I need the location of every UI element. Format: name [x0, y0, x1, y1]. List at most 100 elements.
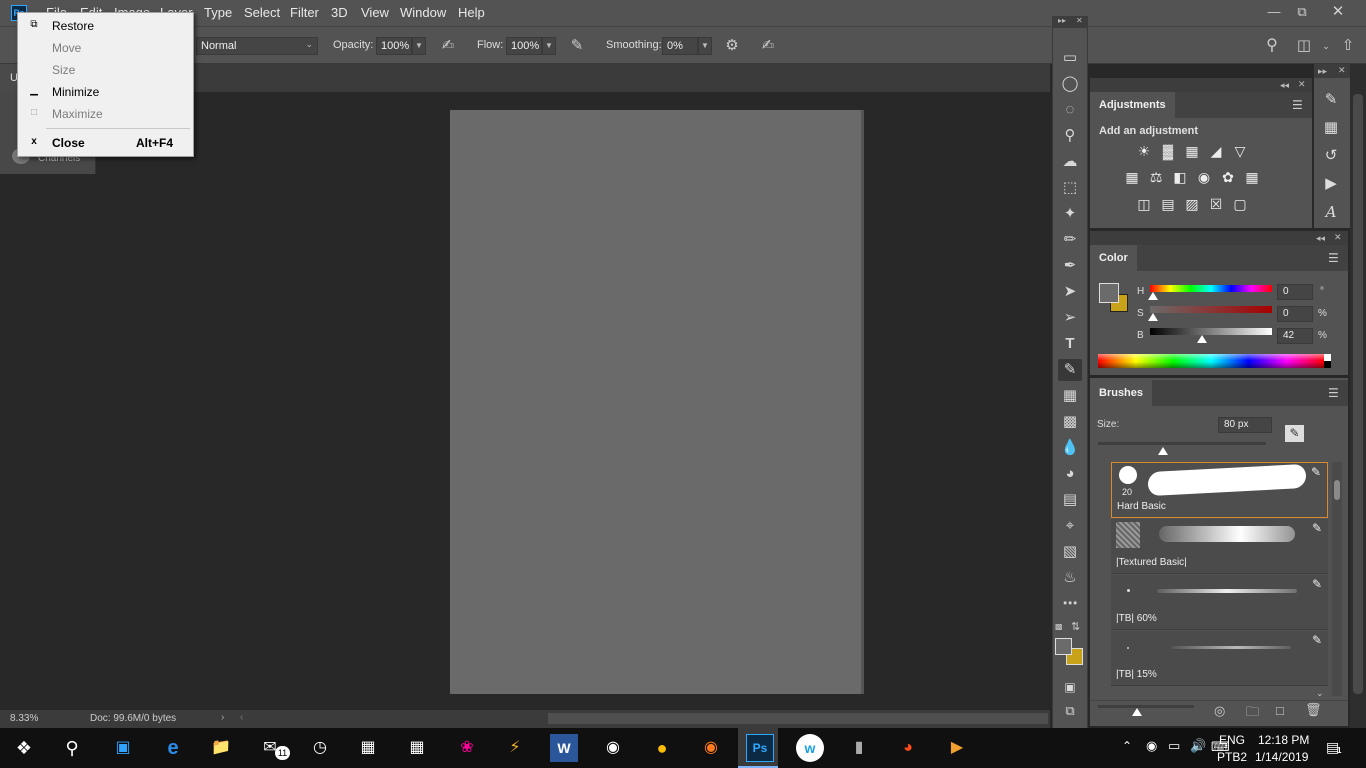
menu-item-maximize[interactable]: □ Maximize — [18, 103, 193, 125]
collapse-icon[interactable]: ◂◂ — [1280, 80, 1289, 91]
close-icon[interactable]: ✕ — [1334, 232, 1342, 243]
swap-colors-icon[interactable]: ⇅ — [1071, 620, 1080, 633]
stamp-tool-icon[interactable]: ▩ — [1058, 411, 1082, 433]
expand-icon[interactable]: ▸▸ — [1058, 16, 1066, 25]
chevron-up-icon[interactable]: ⌃ — [1122, 739, 1132, 753]
pen-tool-icon[interactable]: ✒ — [1058, 255, 1082, 277]
brightness-input[interactable]: 42 — [1277, 328, 1313, 344]
menu-window[interactable]: Window — [400, 5, 446, 20]
screen-mode-icon[interactable]: ⧉ — [1058, 700, 1082, 722]
default-colors-icon[interactable]: ▩ — [1055, 622, 1065, 632]
play-icon[interactable]: ▶ — [1319, 172, 1343, 196]
list-item[interactable]: |TB| 15% ✎ — [1111, 631, 1328, 686]
flow-dropdown[interactable]: ▼ — [542, 37, 556, 55]
paint-icon[interactable]: ❀ — [453, 734, 481, 762]
close-icon[interactable]: ✕ — [1328, 4, 1348, 20]
blur-tool-icon[interactable]: 💧 — [1058, 437, 1082, 459]
smoothing-dropdown[interactable]: ▼ — [698, 37, 712, 55]
ruler-tool-icon[interactable]: ▤ — [1058, 489, 1082, 511]
quick-mask-icon[interactable]: ▣ — [1058, 676, 1082, 698]
foreground-color-swatch[interactable] — [1099, 283, 1119, 303]
hue-input[interactable]: 0 — [1277, 284, 1313, 300]
color-spectrum-ramp[interactable] — [1098, 354, 1324, 368]
menu-filter[interactable]: Filter — [290, 5, 319, 20]
menu-3d[interactable]: 3D — [331, 5, 348, 20]
blend-mode-select[interactable]: Normal ⌄ — [196, 37, 318, 55]
menu-select[interactable]: Select — [244, 5, 280, 20]
word-icon[interactable]: W — [550, 734, 578, 762]
direct-select-icon[interactable]: ➢ — [1058, 307, 1082, 329]
close-icon[interactable]: ✕ — [1298, 79, 1306, 90]
tab-brushes[interactable]: Brushes — [1090, 380, 1153, 406]
pressure-opacity-icon[interactable]: ✍ — [438, 36, 458, 56]
brush-edit-icon[interactable]: ✎ — [1311, 465, 1321, 479]
gear-icon[interactable]: ⚙ — [722, 36, 742, 56]
file-explorer-icon[interactable]: 📁 — [207, 734, 235, 762]
levels-icon[interactable]: ▓ — [1157, 141, 1179, 161]
selective-color-icon[interactable]: ☒ — [1205, 194, 1227, 214]
menu-type[interactable]: Type — [204, 5, 232, 20]
rect-frame-tool-icon[interactable]: ▭ — [1058, 47, 1082, 69]
hue-slider-thumb[interactable] — [1148, 292, 1158, 300]
panel-menu-icon[interactable]: ☰ — [1328, 386, 1339, 400]
restore-icon[interactable]: ⧉ — [1292, 4, 1312, 20]
foreground-color-swatch[interactable] — [1055, 638, 1072, 655]
smudge-tool-icon[interactable]: ☁ — [1058, 151, 1082, 173]
expand-icon[interactable]: ▸▸ — [1318, 66, 1327, 77]
brush-list-scrollbar[interactable] — [1332, 462, 1342, 696]
saturation-input[interactable]: 0 — [1277, 306, 1313, 322]
network-icon[interactable]: ▭ — [1168, 738, 1180, 754]
brightness-icon[interactable]: ☀ — [1133, 141, 1155, 161]
brush-edit-icon[interactable]: ✎ — [1312, 521, 1322, 535]
color-balance-icon[interactable]: ⚖ — [1145, 167, 1167, 187]
calculator-icon[interactable]: ▦ — [403, 734, 431, 762]
color-lookup-icon[interactable]: ▦ — [1241, 167, 1263, 187]
magic-wand-icon[interactable]: ✦ — [1058, 203, 1082, 225]
menu-item-move[interactable]: Move — [18, 37, 193, 59]
brightness-slider-thumb[interactable] — [1197, 335, 1207, 343]
list-item[interactable]: |Textured Basic| ✎ — [1111, 519, 1328, 574]
canvas[interactable] — [450, 110, 864, 694]
airbrush-icon[interactable]: ✎ — [567, 36, 587, 56]
gradient-tool-icon[interactable]: ▧ — [1058, 541, 1082, 563]
media-app-icon[interactable]: ◕ — [894, 734, 922, 762]
brush-settings-icon[interactable]: ✎ — [1319, 88, 1343, 112]
ellipse-frame-tool-icon[interactable]: ◯ — [1058, 73, 1082, 95]
brush-size-slider-thumb[interactable] — [1158, 447, 1168, 455]
zoom-tool-icon[interactable]: ⚲ — [1058, 125, 1082, 147]
edge-browser-icon[interactable]: e — [159, 734, 187, 762]
scrollbar-thumb[interactable] — [1334, 480, 1340, 500]
zoom-level[interactable]: 8.33% — [10, 713, 38, 724]
dodge-tool-icon[interactable]: ◕ — [1058, 463, 1082, 485]
menu-item-minimize[interactable]: ▁ Minimize — [18, 81, 193, 103]
hue-saturation-icon[interactable]: ▦ — [1121, 167, 1143, 187]
new-brush-icon[interactable]: ✎ — [1285, 425, 1304, 442]
black-white-icon[interactable]: ◧ — [1169, 167, 1191, 187]
crop-tool-icon[interactable]: ⌖ — [1058, 515, 1082, 537]
clock-date[interactable]: 1/14/2019 — [1255, 750, 1308, 764]
alarms-clock-icon[interactable]: ◷ — [306, 734, 334, 762]
smoothing-input[interactable]: 0% — [662, 37, 698, 55]
rect-marquee-icon[interactable]: ⬚ — [1058, 177, 1082, 199]
eye-app-icon[interactable]: ◉ — [697, 734, 725, 762]
opacity-dropdown[interactable]: ▼ — [412, 37, 426, 55]
list-item[interactable]: |TB| 60% ✎ — [1111, 575, 1328, 630]
exposure-icon[interactable]: ◢ — [1205, 141, 1227, 161]
tab-color[interactable]: Color — [1090, 245, 1137, 271]
pressure-size-icon[interactable]: ✍ — [758, 36, 778, 56]
posterize-icon[interactable]: ▤ — [1157, 194, 1179, 214]
chevron-right-icon[interactable]: › — [221, 712, 224, 723]
workspace-icon[interactable]: ◫ — [1294, 36, 1314, 56]
folder-icon[interactable]: 🗀 — [1246, 703, 1259, 725]
photo-filter-icon[interactable]: ◉ — [1193, 167, 1215, 187]
menu-item-size[interactable]: Size — [18, 59, 193, 81]
channel-mixer-icon[interactable]: ✿ — [1217, 167, 1239, 187]
collapse-icon[interactable]: ◂◂ — [1316, 233, 1325, 244]
threshold-icon[interactable]: ▨ — [1181, 194, 1203, 214]
search-icon[interactable]: ⚲ — [1262, 36, 1282, 56]
panel-menu-icon[interactable]: ☰ — [1328, 251, 1339, 265]
list-item[interactable]: 20 Hard Basic ✎ — [1111, 462, 1328, 518]
scroll-left-icon[interactable]: ‹ — [240, 712, 243, 723]
tab-adjustments[interactable]: Adjustments — [1090, 92, 1175, 118]
chrome-tray-icon[interactable]: ◉ — [1146, 738, 1157, 754]
